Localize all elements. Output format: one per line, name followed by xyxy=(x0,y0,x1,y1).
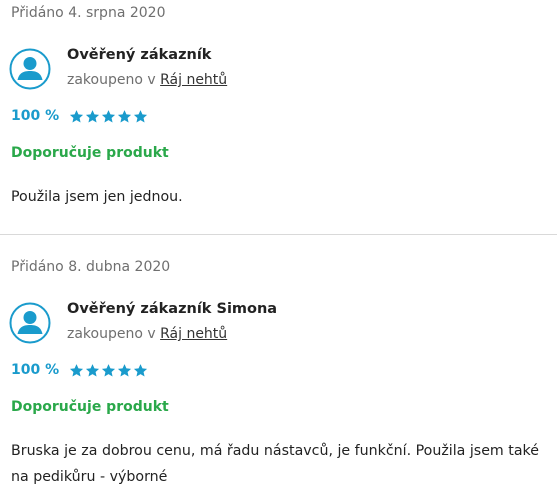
review-item: Přidáno 4. srpna 2020 Ověřený zákazník z… xyxy=(0,0,557,234)
shop-link[interactable]: Ráj nehtů xyxy=(160,326,227,342)
rating: 100 % xyxy=(11,108,148,124)
star-icon xyxy=(70,109,84,122)
purchase-prefix: zakoupeno v xyxy=(67,72,156,88)
user-icon xyxy=(9,48,51,90)
star-rating xyxy=(69,363,148,378)
recommend-label: Doporučuje produkt xyxy=(11,145,169,161)
star-icon xyxy=(118,363,132,376)
review-author: Ověřený zákazník xyxy=(67,47,212,63)
shop-link[interactable]: Ráj nehtů xyxy=(160,72,227,88)
star-icon xyxy=(134,363,148,376)
review-author: Ověřený zákazník Simona xyxy=(67,301,278,317)
rating: 100 % xyxy=(11,362,148,378)
recommend-label: Doporučuje produkt xyxy=(11,399,169,415)
star-icon xyxy=(134,109,148,122)
star-icon xyxy=(118,109,132,122)
purchase-prefix: zakoupeno v xyxy=(67,326,156,342)
review-date: Přidáno 4. srpna 2020 xyxy=(11,5,166,21)
review-text: Použila jsem jen jednou. xyxy=(11,189,183,205)
review-text: Bruska je za dobrou cenu, má řadu nástav… xyxy=(11,443,539,485)
review-item: Přidáno 8. dubna 2020 Ověřený zákazník S… xyxy=(0,235,557,499)
rating-percent: 100 % xyxy=(11,362,60,378)
star-icon xyxy=(86,363,100,376)
star-icon xyxy=(86,109,100,122)
purchase-info: zakoupeno v Ráj nehtů xyxy=(67,326,227,342)
star-icon xyxy=(102,109,116,122)
purchase-info: zakoupeno v Ráj nehtů xyxy=(67,72,227,88)
star-rating xyxy=(69,109,148,124)
star-icon xyxy=(70,363,84,376)
rating-percent: 100 % xyxy=(11,108,60,124)
review-date: Přidáno 8. dubna 2020 xyxy=(11,259,171,275)
user-icon xyxy=(9,302,51,344)
star-icon xyxy=(102,363,116,376)
